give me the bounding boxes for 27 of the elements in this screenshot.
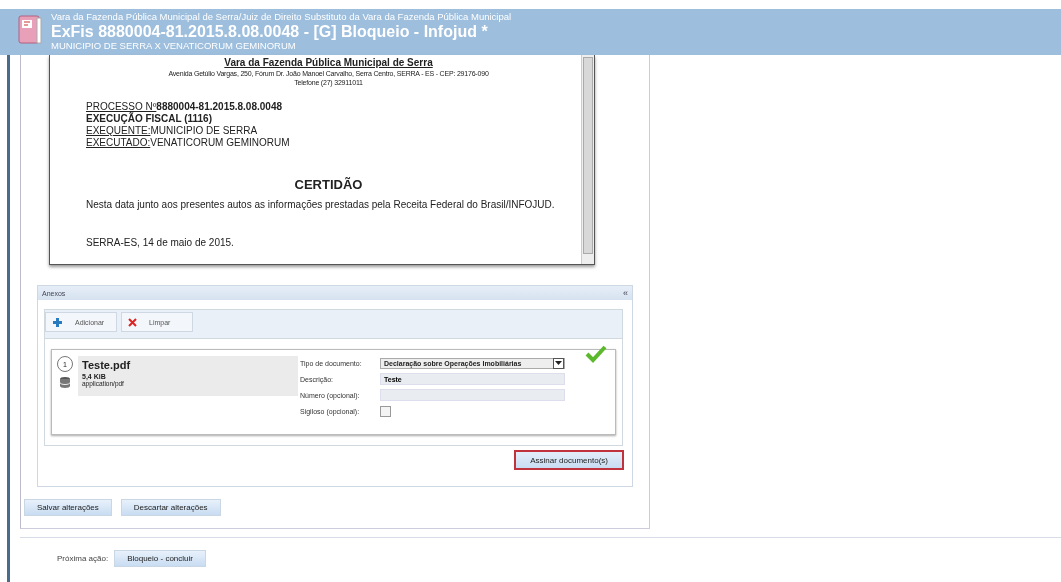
action-button[interactable]: Salvar alterações	[24, 499, 112, 516]
court-name: Vara da Fazenda Pública Municipal de Serra/Juiz de Direito Substituto da Vara da Fazenda Pública Municipal	[51, 11, 512, 23]
scrollbar[interactable]	[581, 55, 594, 264]
next-action-button[interactable]: Bloqueio - concluir	[114, 550, 206, 567]
collapse-button[interactable]: «	[623, 288, 628, 298]
sign-documents-button[interactable]: Assinar documento(s)	[514, 450, 624, 470]
parties-text: MUNICIPIO DE SERRA X VENATICORUM GEMINORUM	[51, 40, 297, 52]
window-title: ExFis 8880004-81.2015.8.08.0048 - [G] Bloqueio - Infojud *	[51, 23, 489, 40]
document-court-name: Vara da Fazenda Pública Municipal de Serra	[223, 57, 434, 69]
certificate-date: SERRA-ES, 14 de maio de 2015.	[86, 237, 235, 249]
certificate-heading: CERTIDÃO	[293, 179, 364, 191]
database-icon	[59, 376, 71, 389]
action-button[interactable]: Descartar alterações	[120, 499, 221, 516]
case-info-line: EXECUTADO:VENATICORUM GEMINORUM	[86, 137, 291, 149]
book-icon	[17, 15, 43, 45]
caret-icon	[555, 361, 562, 365]
case-info-line: EXEQUENTE:MUNICIPIO DE SERRA	[86, 125, 259, 137]
checkbox[interactable]	[380, 405, 391, 417]
certificate-text: Nesta data junto aos presentes autos as informações prestadas pela Receita Federal do Brasil/INFOJUD.	[86, 199, 556, 211]
case-info-line: PROCESSO Nº8880004-81.2015.8.08.0048	[86, 101, 284, 112]
input-field[interactable]	[380, 389, 565, 401]
checkmark-icon	[585, 345, 607, 363]
next-action-label: Próxima ação:	[57, 554, 109, 563]
close-icon	[128, 317, 137, 327]
file-name: Teste.pdf	[82, 359, 132, 371]
plus-icon	[52, 316, 63, 328]
case-info-line: EXECUÇÃO FISCAL (1116)	[86, 113, 213, 125]
